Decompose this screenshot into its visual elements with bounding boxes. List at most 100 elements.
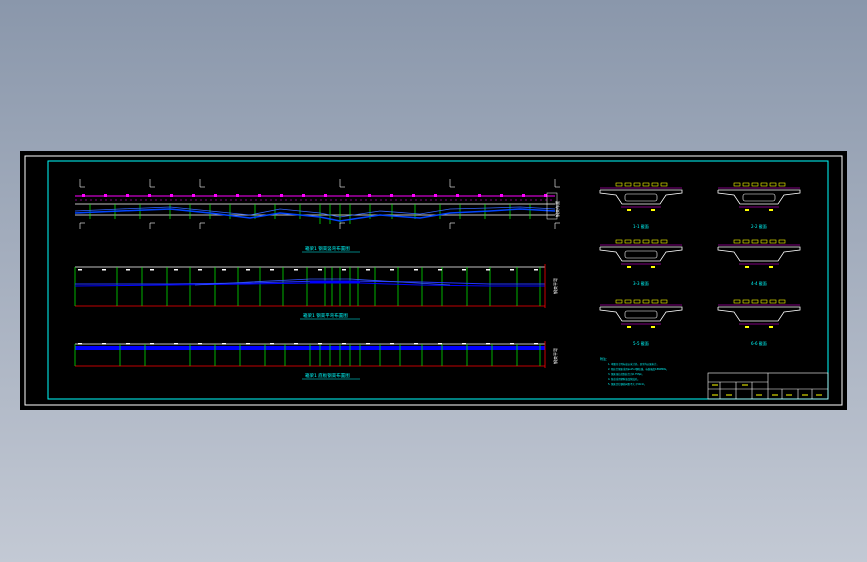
- girder-outline: [599, 246, 683, 262]
- tendon-group-mark: [627, 326, 631, 328]
- dimension-tag: [390, 343, 394, 345]
- anchor-mark: [346, 194, 349, 197]
- anchor-mark: [434, 194, 437, 197]
- tendon-group-mark: [769, 326, 773, 328]
- section-label-2: 2-2 截面: [751, 223, 767, 229]
- dimension-tag: [222, 269, 226, 271]
- section-label-1: 1-1 截面: [633, 223, 649, 229]
- dimension-tag: [462, 343, 466, 345]
- anchor-mark: [280, 194, 283, 197]
- tendon-group-mark: [778, 239, 786, 244]
- tendon-group-mark: [642, 299, 650, 304]
- anchor-mark: [544, 194, 547, 197]
- section-label-5: 5-5 截面: [633, 340, 649, 346]
- dimension-tag: [294, 343, 298, 345]
- tendon-group-mark: [633, 299, 641, 304]
- tendon-group-mark: [660, 239, 668, 244]
- tendon-group-mark: [745, 266, 749, 268]
- anchor-mark: [170, 194, 173, 197]
- dimension-tag: [78, 343, 82, 345]
- side-label-1: 钢束布置: [554, 201, 560, 217]
- tendon-group-mark: [633, 239, 641, 244]
- dimension-tag: [510, 269, 514, 271]
- girder-cell: [624, 250, 658, 259]
- anchor-mark: [258, 194, 261, 197]
- girder-outline: [717, 246, 801, 262]
- drawing-canvas: 箱梁1 钢束竖弯布置图 箱梁1 钢束平弯布置图 箱梁1 底板钢束布置图 钢束布置…: [24, 155, 843, 406]
- tendon-group-mark: [651, 266, 655, 268]
- dimension-tag: [366, 343, 370, 345]
- tendon-group-mark: [733, 182, 741, 187]
- tendon-group-mark: [733, 299, 741, 304]
- dimension-tag: [318, 343, 322, 345]
- inner-frame: [47, 160, 829, 400]
- dimension-tag: [390, 269, 394, 271]
- elevation-view: [74, 179, 560, 229]
- tendon-group-mark: [651, 299, 659, 304]
- anchor-mark: [500, 194, 503, 197]
- girder-outline: [717, 189, 801, 205]
- box-girder-section: [599, 239, 683, 268]
- tendon-group-mark: [660, 299, 668, 304]
- dimension-tag: [414, 269, 418, 271]
- dimension-tag: [246, 269, 250, 271]
- girder-outline: [599, 189, 683, 205]
- girder-outline: [599, 306, 683, 322]
- tendon-group-mark: [624, 182, 632, 187]
- anchor-mark: [522, 194, 525, 197]
- anchor-mark: [104, 194, 107, 197]
- girder-outline: [717, 306, 801, 322]
- cad-drawing-sheet: 箱梁1 钢束竖弯布置图 箱梁1 钢束平弯布置图 箱梁1 底板钢束布置图 钢束布置…: [20, 151, 847, 410]
- dimension-tag: [270, 343, 274, 345]
- dimension-tag: [246, 343, 250, 345]
- tendon-group-mark: [751, 182, 759, 187]
- tendon-group-mark: [651, 182, 659, 187]
- section-label-4: 4-4 截面: [751, 280, 767, 286]
- side-label-3: 钢束平弯: [552, 348, 558, 364]
- title-block: [707, 372, 829, 400]
- tendon-group-mark: [627, 266, 631, 268]
- note-line: 1. 本图尺寸除标高以米计外，其余均以厘米计。: [608, 362, 659, 366]
- view-title-elevation: 箱梁1 钢束竖弯布置图: [305, 245, 350, 252]
- note-line: 4. 管道采用塑料波纹管成孔。: [608, 377, 640, 381]
- tendon-group-mark: [651, 209, 655, 211]
- box-girder-section: [599, 299, 683, 328]
- dimension-tag: [174, 269, 178, 271]
- tendon-group-mark: [633, 182, 641, 187]
- dimension-tag: [222, 343, 226, 345]
- tendon-group-mark: [742, 299, 750, 304]
- anchor-mark: [214, 194, 217, 197]
- dimension-tag: [534, 343, 538, 345]
- anchor-mark: [478, 194, 481, 197]
- anchor-mark: [368, 194, 371, 197]
- dimension-tag: [78, 269, 82, 271]
- dimension-tag: [174, 343, 178, 345]
- bottom-slab-view: [74, 341, 546, 368]
- tendon-group-mark: [745, 326, 749, 328]
- tendon-group-mark: [660, 182, 668, 187]
- dimension-tag: [486, 269, 490, 271]
- tendon-group-mark: [760, 182, 768, 187]
- dimension-tag: [462, 269, 466, 271]
- girder-cell: [742, 193, 776, 202]
- dimension-tag: [270, 269, 274, 271]
- view-title-plan: 箱梁1 钢束平弯布置图: [303, 312, 348, 319]
- tendon-group-mark: [651, 326, 655, 328]
- tendon-group-mark: [769, 239, 777, 244]
- notes-title: 附注：: [600, 356, 609, 361]
- notes: 附注： 1. 本图尺寸除标高以米计外，其余均以厘米计。 2. 预应力钢束采用φs…: [600, 356, 668, 386]
- anchor-mark: [390, 194, 393, 197]
- tendon-group-mark: [760, 299, 768, 304]
- dimension-tag: [342, 269, 346, 271]
- tendon-group-mark: [624, 299, 632, 304]
- note-line: 3. 钢束张拉控制应力为0.75fpk。: [608, 372, 644, 376]
- box-girder-section: [717, 299, 801, 328]
- anchor-mark: [126, 194, 129, 197]
- tendon-group-mark: [742, 182, 750, 187]
- dimension-tag: [534, 269, 538, 271]
- anchor-mark: [192, 194, 195, 197]
- tendon-group-mark: [778, 299, 786, 304]
- plan-view: [74, 264, 546, 308]
- dimension-tag: [486, 343, 490, 345]
- tendon-group-mark: [745, 209, 749, 211]
